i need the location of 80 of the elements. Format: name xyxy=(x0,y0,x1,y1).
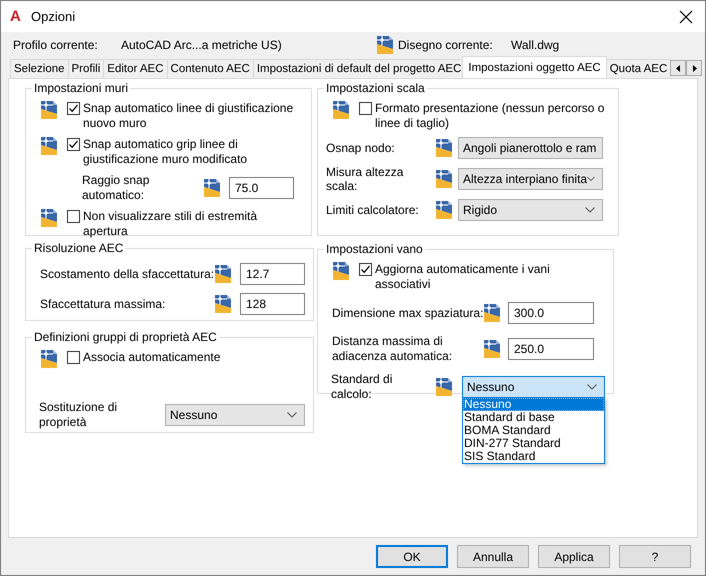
plan-icon xyxy=(436,170,452,188)
app-logo: A xyxy=(10,8,22,25)
field-label: Osnap nodo: xyxy=(326,141,396,155)
scroll-left-button[interactable] xyxy=(670,60,686,76)
plan-icon xyxy=(436,139,452,157)
dialog-button[interactable]: OK xyxy=(376,545,448,568)
tab[interactable]: Impostazioni oggetto AEC xyxy=(462,56,607,78)
field-label: Scostamento della sfaccettatura: xyxy=(40,266,215,282)
plan-icon xyxy=(215,295,231,313)
checkbox[interactable] xyxy=(67,138,80,151)
dropdown[interactable]: Rigido xyxy=(458,199,603,221)
checkbox-label: Non visualizzare stili di estremità apertura xyxy=(83,209,258,239)
field-label: Limiti calcolatore: xyxy=(326,203,420,217)
plan-icon xyxy=(41,137,57,155)
plan-icon xyxy=(484,304,500,322)
input-field[interactable]: 300.0 xyxy=(508,302,594,324)
left-arrow-icon xyxy=(676,64,681,72)
tab[interactable]: Selezione xyxy=(10,59,69,78)
scroll-right-button[interactable] xyxy=(686,60,702,76)
dialog-button[interactable]: Annulla xyxy=(457,545,529,568)
checkbox-label: Associa automaticamente xyxy=(83,350,220,365)
dialog-button[interactable]: Applica xyxy=(538,545,610,568)
field-label: Raggio snap automatico: xyxy=(82,173,150,203)
field-label: Standard di calcolo: xyxy=(331,372,394,402)
dropdown-option[interactable]: Standard di base xyxy=(463,411,604,424)
group-title: Definizioni gruppi di proprietà AEC xyxy=(33,330,218,344)
checkbox-label: Formato presentazione (nessun percorso o linee di taglio) xyxy=(375,101,606,131)
checkbox[interactable] xyxy=(359,263,372,276)
plan-icon xyxy=(204,179,220,197)
drawing-value: Wall.dwg xyxy=(511,38,560,52)
checkbox-label: Snap automatico grip linee di giustificazione muro modificato xyxy=(83,137,248,167)
chevron-down-icon xyxy=(587,176,595,182)
group-title: Impostazioni muri xyxy=(33,81,130,95)
plan-icon xyxy=(333,101,349,119)
plan-icon xyxy=(333,262,349,280)
plan-icon xyxy=(41,101,57,119)
input-field[interactable]: 75.0 xyxy=(229,177,294,199)
field-label: Sostituzione di proprietà xyxy=(39,400,118,430)
group-title: Risoluzione AEC xyxy=(33,241,124,255)
chevron-down-icon xyxy=(287,412,297,418)
profile-value: AutoCAD Arc...a metriche US) xyxy=(121,38,283,52)
input-field[interactable]: 128 xyxy=(240,293,305,315)
plan-icon xyxy=(377,36,393,54)
dropdown-option[interactable]: BOMA Standard xyxy=(463,424,604,437)
checkbox[interactable] xyxy=(359,102,372,115)
chevron-down-icon xyxy=(587,384,597,390)
plan-icon xyxy=(436,201,452,219)
field-label: Misura altezza scala: xyxy=(326,165,404,193)
window-title: Opzioni xyxy=(31,9,76,24)
field-label: Distanza massima di adiacenza automatica: xyxy=(332,334,454,364)
drawing-label: Disegno corrente: xyxy=(398,38,494,52)
tab[interactable]: Quota AEC xyxy=(606,59,672,78)
plan-icon xyxy=(41,209,57,227)
plan-icon xyxy=(484,340,500,358)
chevron-down-icon xyxy=(585,207,595,213)
right-arrow-icon xyxy=(692,64,697,72)
dropdown[interactable]: Angoli pianerottolo e ram xyxy=(458,137,603,159)
close-icon xyxy=(679,10,693,24)
checkbox[interactable] xyxy=(67,351,80,364)
dialog-button[interactable]: ? xyxy=(619,545,691,568)
dropdown-option[interactable]: SIS Standard xyxy=(463,450,604,463)
dropdown[interactable]: Altezza interpiano finita xyxy=(458,168,603,190)
checkbox[interactable] xyxy=(67,210,80,223)
checkbox-label: Aggiorna automaticamente i vani associativi xyxy=(375,262,551,292)
input-field[interactable]: 250.0 xyxy=(508,338,594,360)
group-title: Impostazioni scala xyxy=(325,81,426,95)
field-label: Sfaccettatura massima: xyxy=(40,296,166,312)
checkbox-label: Snap automatico linee di giustificazione nuovo muro xyxy=(83,101,294,131)
dropdown[interactable]: Nessuno xyxy=(165,404,305,426)
dropdown-option[interactable]: Nessuno xyxy=(463,398,604,411)
plan-icon xyxy=(436,378,452,396)
field-label: Dimensione max spaziatura: xyxy=(332,306,484,320)
dropdown[interactable]: Nessuno xyxy=(462,376,605,398)
profile-label: Profilo corrente: xyxy=(13,38,99,52)
dropdown-option[interactable]: DIN-277 Standard xyxy=(463,437,604,450)
input-field[interactable]: 12.7 xyxy=(240,263,305,285)
checkbox[interactable] xyxy=(67,102,80,115)
group-title: Impostazioni vano xyxy=(325,242,424,256)
plan-icon xyxy=(41,350,57,368)
plan-icon xyxy=(215,265,231,283)
